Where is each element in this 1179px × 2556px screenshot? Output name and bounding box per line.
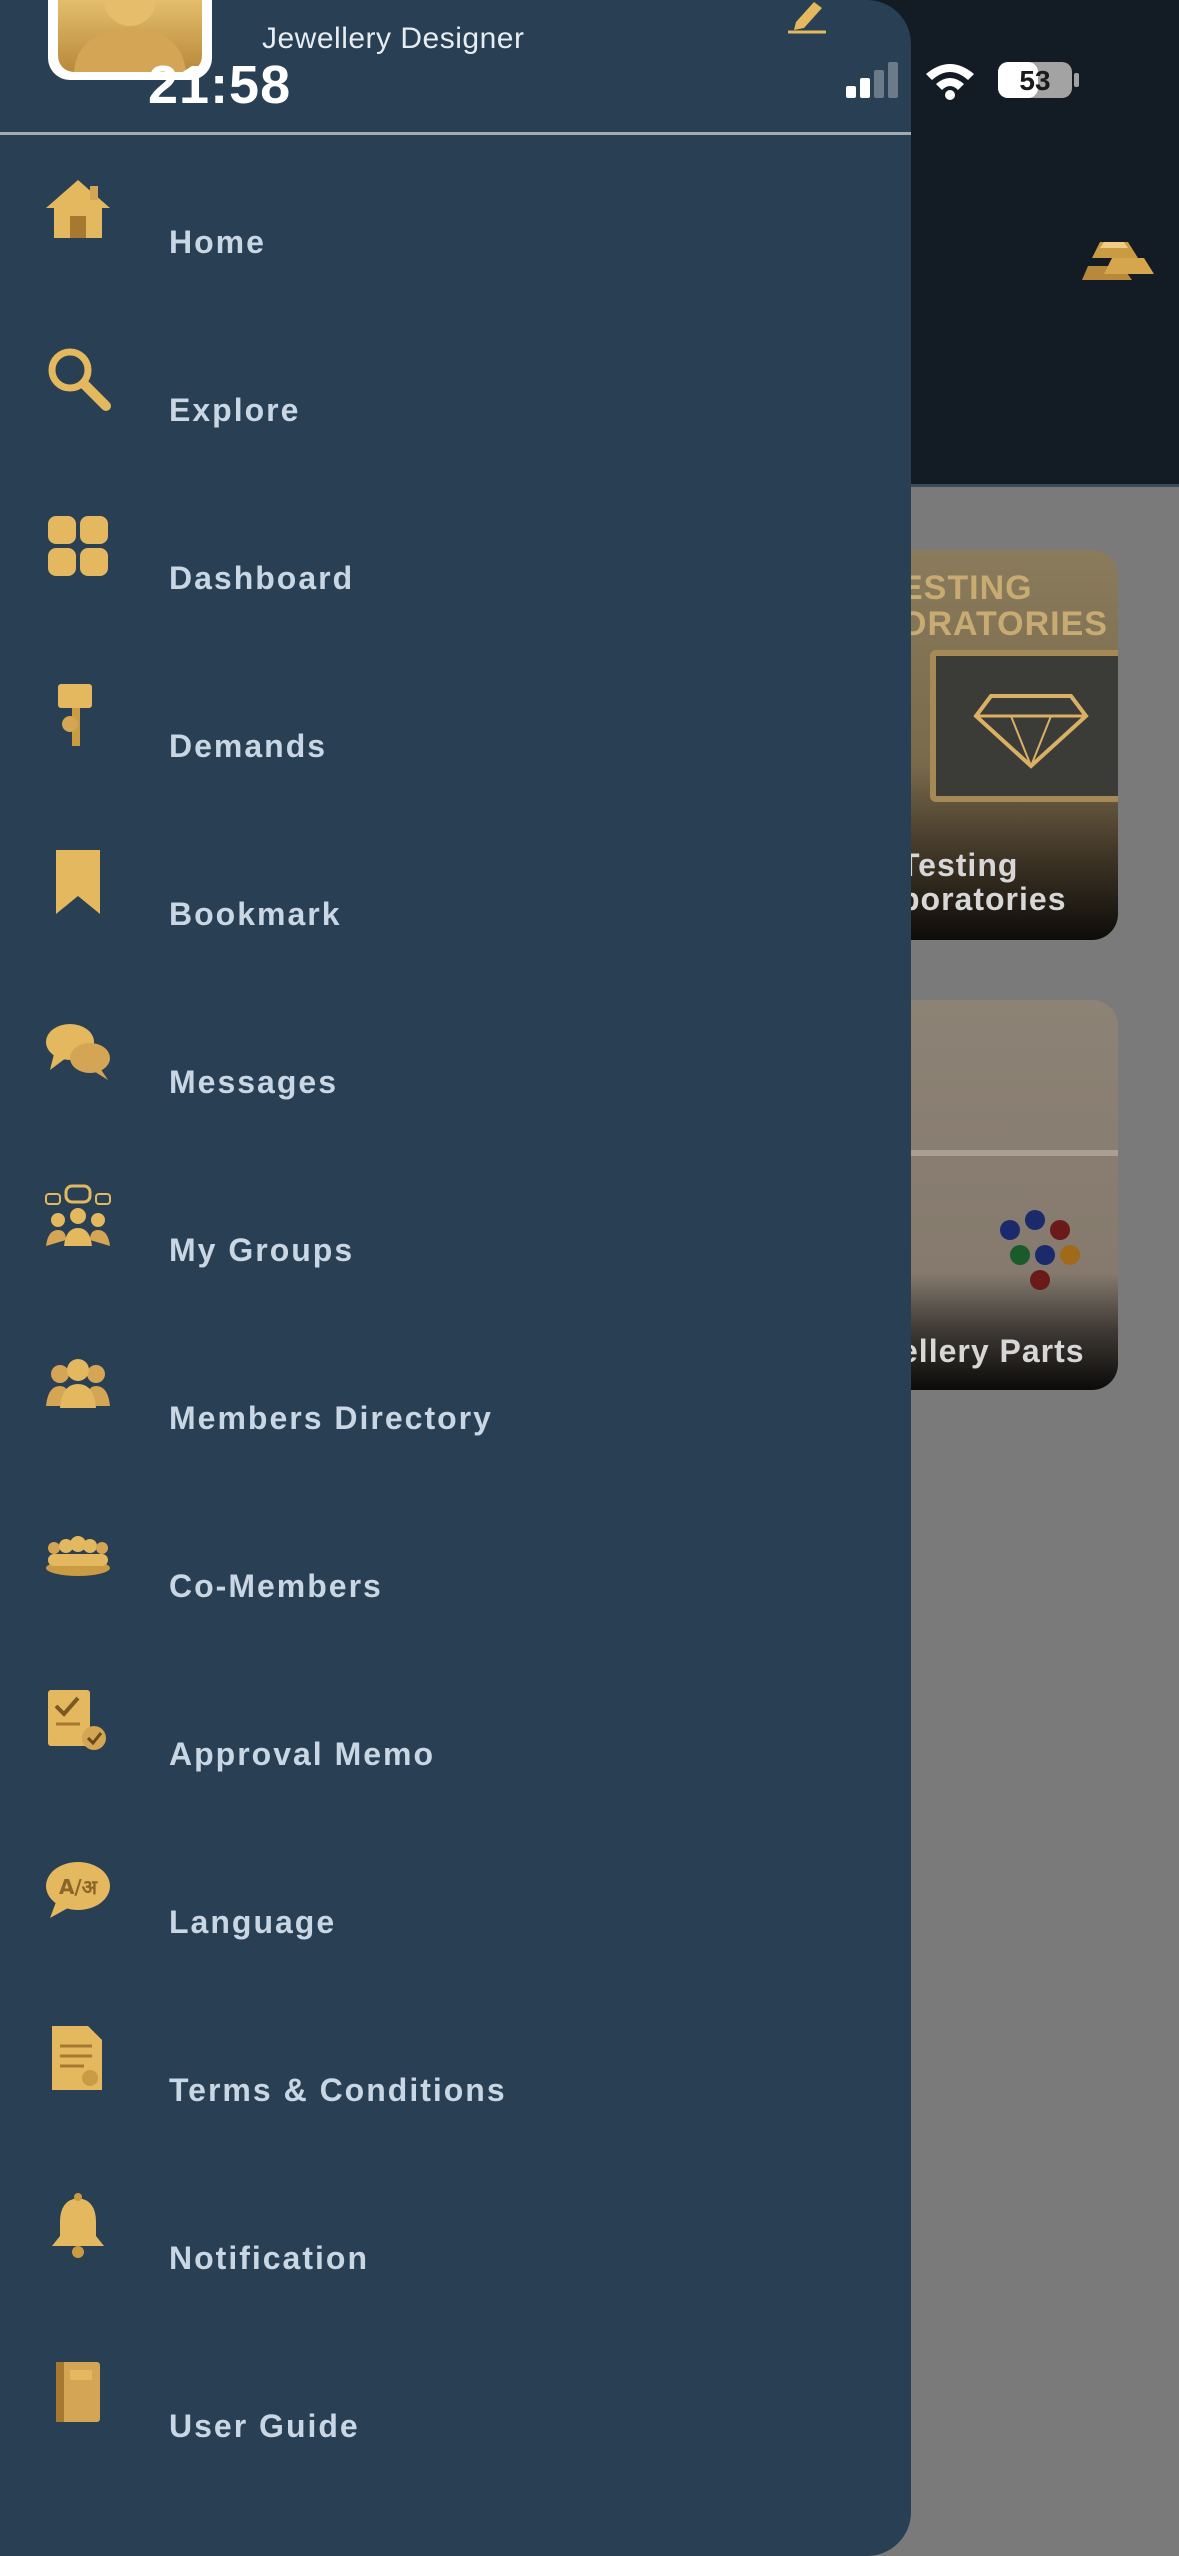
menu-item-co-members[interactable]: Co-Members: [0, 1484, 911, 1624]
menu-item-label: Approval Memo: [169, 1736, 436, 1772]
gold-bars-icon: [1082, 242, 1154, 280]
card-title: Testing boratories: [900, 847, 1067, 917]
svg-text:A/अ: A/अ: [59, 1875, 98, 1899]
co-members-icon: [46, 1536, 110, 1576]
gem: [1060, 1245, 1080, 1265]
gem: [1000, 1220, 1020, 1240]
laboratory-screen-image: [930, 650, 1118, 802]
menu-item-messages[interactable]: Messages: [0, 980, 911, 1120]
battery-level: 53: [1019, 65, 1050, 96]
gem: [1030, 1270, 1050, 1290]
card-header-text: ESTING ORATORIES: [900, 569, 1108, 643]
profile-profession: Jewellery Designer: [262, 22, 525, 55]
terms-icon: [52, 2026, 102, 2090]
menu-item-label: Language: [169, 1904, 337, 1940]
gem: [1050, 1220, 1070, 1240]
cellular-signal-icon: [846, 62, 898, 98]
menu-item-my-groups[interactable]: My Groups: [0, 1148, 911, 1288]
wifi-icon: [926, 64, 974, 100]
dashboard-icon: [48, 516, 108, 576]
menu-item-label: Members Directory: [169, 1400, 493, 1436]
bookmark-icon: [56, 850, 100, 914]
menu-item-home[interactable]: Home: [0, 140, 911, 280]
gem: [1010, 1245, 1030, 1265]
menu-item-dashboard[interactable]: Dashboard: [0, 476, 911, 616]
members-icon: [46, 1359, 110, 1408]
demands-icon: [58, 684, 92, 746]
menu-item-language[interactable]: A/अ Language: [0, 1820, 911, 1960]
menu-item-label: User Guide: [169, 2408, 360, 2444]
approval-memo-icon: [48, 1690, 106, 1750]
menu-item-label: Demands: [169, 728, 328, 764]
menu-item-user-guide[interactable]: User Guide: [0, 2324, 911, 2464]
menu-item-terms-conditions[interactable]: Terms & Conditions: [0, 1988, 911, 2128]
menu-item-explore[interactable]: Explore: [0, 308, 911, 448]
card-title: ellery Parts: [900, 1333, 1085, 1369]
battery-icon: 53: [998, 62, 1079, 98]
menu-item-label: Explore: [169, 392, 301, 428]
menu-item-label: Notification: [169, 2240, 369, 2276]
language-icon: A/अ: [46, 1862, 110, 1918]
gem: [1035, 1245, 1055, 1265]
menu-item-label: Messages: [169, 1064, 338, 1100]
messages-icon: [46, 1024, 110, 1080]
menu-item-notification[interactable]: Notification: [0, 2156, 911, 2296]
menu-item-label: Terms & Conditions: [169, 2072, 507, 2108]
menu-item-label: Bookmark: [169, 896, 342, 932]
menu-item-label: Home: [169, 224, 266, 260]
menu-item-members-directory[interactable]: Members Directory: [0, 1316, 911, 1456]
navigation-drawer: Jewellery Designer 21:58 Home Explore Da…: [0, 0, 911, 2556]
gem: [1025, 1210, 1045, 1230]
menu-item-approval-memo[interactable]: Approval Memo: [0, 1652, 911, 1792]
search-icon: [48, 348, 111, 411]
menu-item-demands[interactable]: Demands: [0, 644, 911, 784]
menu-item-label: Dashboard: [169, 560, 355, 596]
status-time: 21:58: [148, 55, 292, 115]
menu-item-label: Co-Members: [169, 1568, 383, 1604]
groups-icon: [45, 1184, 111, 1246]
guide-book-icon: [56, 2362, 100, 2422]
edit-profile-icon[interactable]: [784, 0, 828, 34]
bell-icon: [52, 2193, 104, 2258]
menu-item-bookmark[interactable]: Bookmark: [0, 812, 911, 952]
home-icon: [46, 180, 110, 238]
menu-item-label: My Groups: [169, 1232, 355, 1268]
